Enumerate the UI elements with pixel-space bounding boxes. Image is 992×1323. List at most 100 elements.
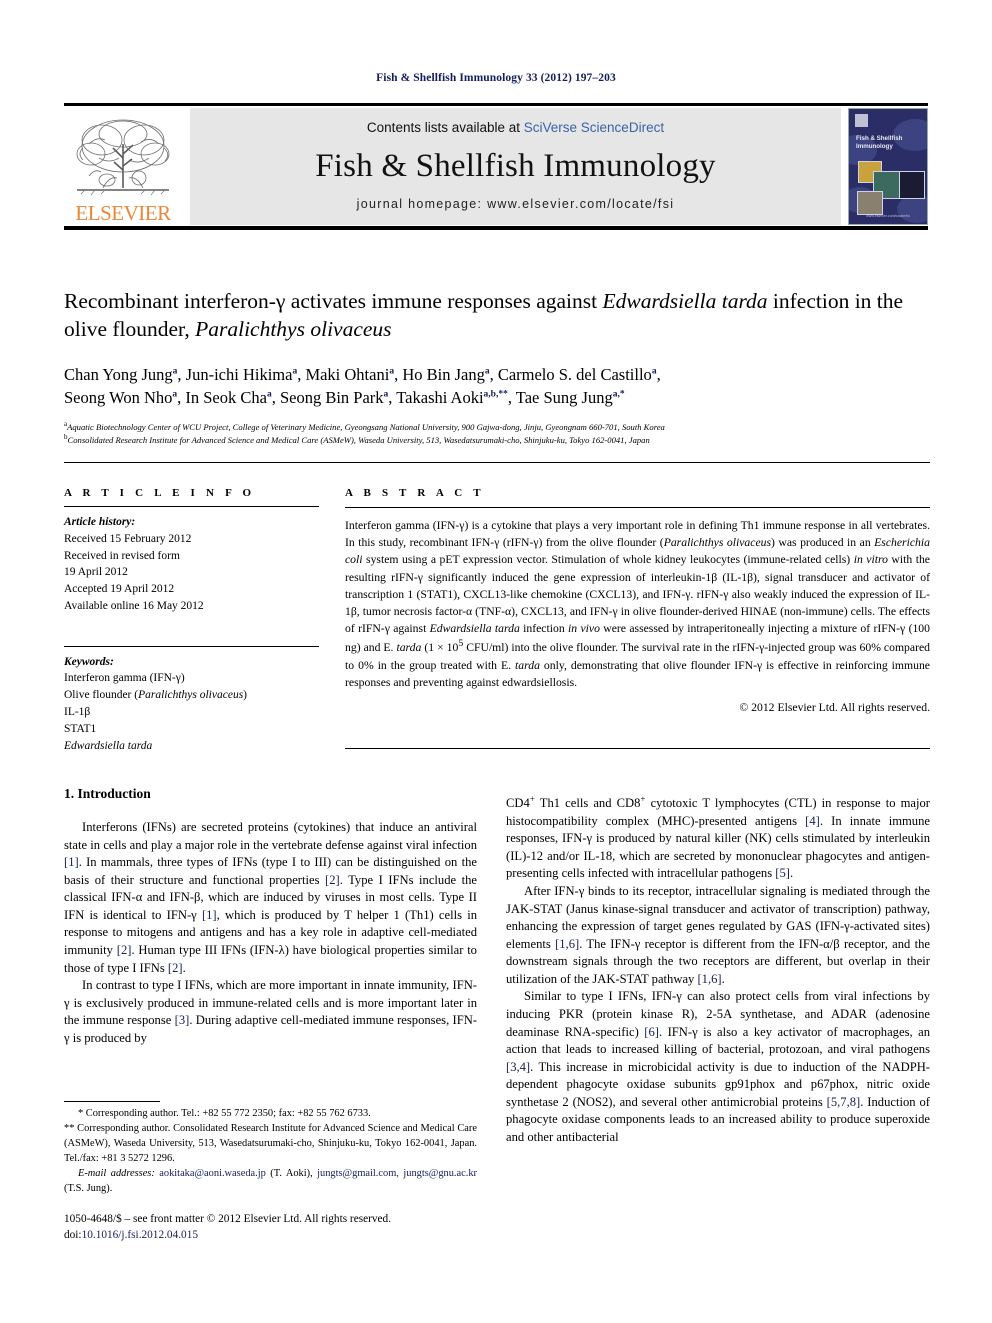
elsevier-tree-icon (76, 119, 170, 196)
contents-list-line: Contents lists available at SciVerse Sci… (367, 120, 664, 135)
keyword-item: Olive flounder (Paralichthys olivaceus) (64, 689, 248, 702)
cover-title: Fish & Shellfish Immunology (856, 135, 902, 152)
email-label: E-mail addresses: (78, 1167, 155, 1179)
running-head: Fish & Shellfish Immunology 33 (2012) 19… (376, 72, 616, 84)
journal-article-page: Fish & Shellfish Immunology 33 (2012) 19… (0, 0, 992, 1323)
introduction-right-column: CD4+ Th1 cells and CD8+ cytotoxic T lymp… (506, 793, 930, 1146)
affiliation-text-a: Aquatic Biotechnology Center of WCU Proj… (67, 421, 665, 432)
email-link-1[interactable]: aokitaka@aoni.waseda.jp (159, 1168, 266, 1179)
doi-link[interactable]: 10.1016/j.fsi.2012.04.015 (82, 1229, 198, 1241)
abstract-rule (345, 507, 930, 508)
cover-image-4 (857, 191, 883, 215)
body-paragraph: Interferons (IFNs) are secreted proteins… (64, 820, 477, 975)
footnote-block: * Corresponding author. Tel.: +82 55 772… (64, 1107, 477, 1197)
cover-footer: www.elsevier.com/locate/fsi (866, 214, 910, 218)
author-affil-marker: a (651, 366, 657, 377)
abstract-heading: A B S T R A C T (345, 487, 485, 499)
abstract-divider-rule (345, 748, 930, 749)
masthead-rule-bottom (64, 226, 928, 230)
author-affil-marker: a (389, 366, 395, 377)
contents-prefix: Contents lists available at (366, 120, 524, 135)
affiliation-text-b: Consolidated Research Institute for Adva… (67, 434, 650, 445)
masthead-rule-top (64, 103, 928, 106)
masthead-body: ELSEVIER Contents lists available at Sci… (64, 108, 928, 225)
keyword-item: STAT1 (64, 722, 97, 735)
title-species-2: Paralichthys olivaceus (195, 316, 392, 341)
author-affil-marker: a (172, 389, 178, 400)
article-info-heading: A R T I C L E I N F O (64, 487, 256, 499)
author-item: Maki Ohtania (305, 365, 394, 384)
email-owner-1: (T. Aoki), (270, 1167, 313, 1179)
author-affil-marker: a,* (612, 389, 625, 400)
keywords-rule (64, 645, 319, 647)
body-paragraph: In contrast to type I IFNs, which are mo… (64, 978, 477, 1045)
cover-elsevier-mark (855, 114, 868, 127)
author-name: Takashi Aoki (396, 388, 484, 408)
journal-masthead: ELSEVIER Contents lists available at Sci… (64, 103, 928, 230)
author-item: Seong Bin Parka (280, 388, 388, 407)
affiliation-list: aAquatic Biotechnology Center of WCU Pro… (64, 420, 930, 446)
author-list: Chan Yong Junga, Jun-ichi Hikimaa, Maki … (64, 364, 661, 408)
article-info-rule (64, 506, 319, 507)
sciencedirect-link[interactable]: SciVerse ScienceDirect (524, 120, 664, 135)
author-name: Seong Won Nho (64, 388, 173, 408)
title-divider-rule (64, 462, 930, 463)
history-item: Accepted 19 April 2012 (64, 583, 175, 596)
author-affil-marker: a (266, 389, 272, 400)
author-item: Ho Bin Janga (402, 365, 489, 384)
author-name: Ho Bin Jang (402, 364, 485, 384)
affiliation-a: aAquatic Biotechnology Center of WCU Pro… (64, 420, 930, 433)
title-segment-1: Recombinant interferon-γ activates immun… (64, 289, 603, 313)
history-item: Received in revised form (64, 549, 180, 562)
abstract-copyright: © 2012 Elsevier Ltd. All rights reserved… (739, 700, 930, 714)
body-paragraph: After IFN-γ binds to its receptor, intra… (506, 884, 930, 986)
journal-cover-thumbnail: Fish & Shellfish Immunology www.elsevier… (848, 108, 928, 225)
introduction-left-column: 1. Introduction Interferons (IFNs) are s… (64, 786, 477, 1047)
history-item: Available online 16 May 2012 (64, 599, 204, 612)
email-link-3[interactable]: jungts@gnu.ac.kr (403, 1168, 477, 1179)
author-name: Jun-ichi Hikima (185, 364, 293, 384)
email-link-2[interactable]: jungts@gmail.com, (317, 1168, 399, 1179)
affiliation-b: bConsolidated Research Institute for Adv… (64, 433, 930, 446)
doi-label: doi: (64, 1229, 82, 1242)
title-species-1: Edwardsiella tarda (602, 289, 768, 313)
body-paragraph: CD4+ Th1 cells and CD8+ cytotoxic T lymp… (506, 794, 930, 881)
corresponding-author-2: ** Corresponding author. Consolidated Re… (64, 1122, 477, 1164)
cover-image-3 (899, 171, 925, 199)
keyword-item: Edwardsiella tarda (64, 739, 153, 752)
imprint-block: 1050-4648/$ – see front matter © 2012 El… (64, 1211, 524, 1243)
corresponding-author-1: * Corresponding author. Tel.: +82 55 772… (78, 1108, 371, 1119)
author-affil-marker: a (484, 366, 490, 377)
cover-title-line2: Immunology (856, 143, 893, 151)
author-affil-marker: a (292, 366, 298, 377)
journal-homepage[interactable]: journal homepage: www.elsevier.com/locat… (357, 197, 675, 211)
email-addresses: E-mail addresses: aokitaka@aoni.waseda.j… (64, 1167, 477, 1197)
author-item: Takashi Aokia,b,** (396, 388, 508, 407)
introduction-heading: 1. Introduction (64, 786, 151, 801)
body-paragraph: Similar to type I IFNs, IFN-γ can also p… (506, 989, 930, 1144)
author-name: Chan Yong Jung (64, 364, 173, 384)
history-item: 19 April 2012 (64, 566, 128, 579)
author-name: In Seok Cha (185, 388, 267, 408)
issn-line: 1050-4648/$ – see front matter © 2012 El… (64, 1213, 392, 1225)
keyword-item: IL-1β (64, 706, 91, 719)
article-history-label: Article history: (64, 516, 136, 528)
elsevier-wordmark: ELSEVIER (75, 201, 171, 225)
abstract-body: Interferon gamma (IFN-γ) is a cytokine t… (345, 519, 930, 689)
email-owner-3: (T.S. Jung). (64, 1182, 113, 1194)
author-name: Carmelo S. del Castillo (497, 364, 652, 384)
cover-title-line1: Fish & Shellfish (856, 135, 903, 142)
paper-title: Recombinant interferon-γ activates immun… (64, 288, 930, 344)
author-item: Tae Sung Junga,* (516, 388, 625, 407)
article-info-column: A R T I C L E I N F O Article history: R… (64, 487, 319, 754)
journal-band: Contents lists available at SciVerse Sci… (190, 108, 841, 225)
journal-title: Fish & Shellfish Immunology (315, 147, 716, 184)
author-name: Maki Ohtani (305, 364, 390, 384)
footnote-rule (64, 1101, 160, 1102)
abstract-column: A B S T R A C T Interferon gamma (IFN-γ)… (345, 487, 930, 714)
author-item: Carmelo S. del Castilloa (498, 365, 657, 384)
title-block: Recombinant interferon-γ activates immun… (64, 288, 930, 446)
elsevier-logo: ELSEVIER (64, 108, 182, 225)
author-item: In Seok Chaa (185, 388, 271, 407)
author-affil-marker: a (172, 366, 178, 377)
